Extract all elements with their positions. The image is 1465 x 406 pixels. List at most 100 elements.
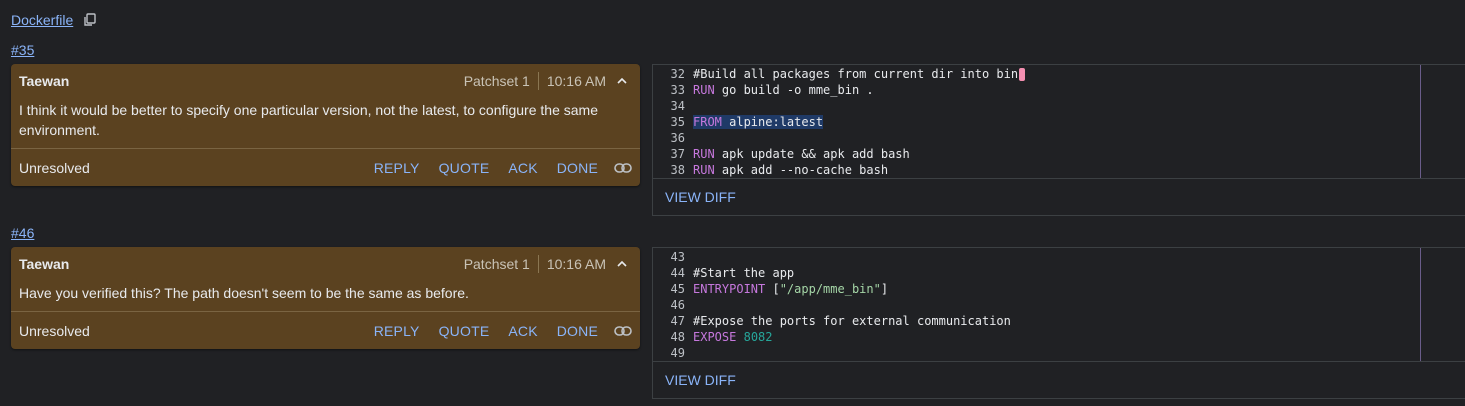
comment-time: 10:16 AM: [546, 256, 606, 272]
code-text: [: [765, 282, 780, 296]
column-guide: [1420, 248, 1421, 361]
code-line: 33 RUN go build -o mme_bin .: [653, 82, 1465, 98]
patchset-label: Patchset 1: [463, 73, 530, 89]
thread-link-35[interactable]: #35: [11, 42, 34, 58]
line-number: 34: [670, 99, 685, 113]
code-line: 48 EXPOSE 8082: [653, 329, 1465, 345]
code-keyword: RUN: [693, 83, 715, 97]
comment-author: Taewan: [19, 73, 70, 89]
link-icon[interactable]: [614, 162, 632, 174]
line-number: 32: [670, 67, 685, 81]
file-header: Dockerfile: [11, 12, 97, 28]
comment-card: Taewan Patchset 1 10:16 AM I think it wo…: [11, 64, 640, 186]
code-context-panel: 43 44 #Start the app 45 ENTRYPOINT ["/app/mm…: [652, 247, 1465, 399]
copy-icon[interactable]: [83, 13, 97, 27]
comment-body: I think it would be better to specify on…: [19, 102, 598, 138]
ack-button[interactable]: ACK: [508, 323, 537, 339]
line-text: #Expose the ports for external communica…: [693, 313, 1011, 329]
view-diff-button[interactable]: VIEW DIFF: [665, 372, 736, 388]
comment-time: 10:16 AM: [546, 73, 606, 89]
code-text: ]: [880, 282, 889, 296]
code-line: 44 #Start the app: [653, 265, 1465, 281]
column-guide: [1420, 65, 1421, 178]
quote-button[interactable]: QUOTE: [439, 323, 490, 339]
code-keyword: RUN: [693, 163, 715, 177]
code-line: 43: [653, 249, 1465, 265]
line-number: 49: [670, 346, 685, 360]
code-text: alpine:latest: [721, 115, 824, 129]
comment-header[interactable]: Taewan Patchset 1 10:16 AM: [11, 64, 640, 98]
patchset-label: Patchset 1: [463, 256, 530, 272]
code-line: 47 #Expose the ports for external communi…: [653, 313, 1465, 329]
file-name-link[interactable]: Dockerfile: [11, 12, 73, 28]
line-text: #Start the app: [693, 265, 794, 281]
line-text: RUN go build -o mme_bin .: [693, 82, 874, 98]
line-number: 47: [670, 314, 685, 328]
code-line: 35 FROM alpine:latest: [653, 114, 1465, 130]
code-line: 36: [653, 130, 1465, 146]
code-number: 8082: [743, 330, 773, 344]
line-number: 36: [670, 131, 685, 145]
line-number: 35: [670, 115, 685, 129]
line-text: #Build all packages from current dir int…: [693, 66, 1026, 82]
comment-footer: Unresolved REPLY QUOTE ACK DONE: [11, 148, 640, 186]
code-snippet: 32 #Build all packages from current dir i…: [653, 65, 1465, 178]
line-number: 38: [670, 163, 685, 177]
line-text: RUN apk add --no-cache bash: [693, 162, 888, 178]
code-keyword: FROM: [693, 115, 722, 129]
reply-button[interactable]: REPLY: [374, 323, 420, 339]
code-text: #Build all packages from current dir int…: [693, 67, 1019, 81]
reply-button[interactable]: REPLY: [374, 160, 420, 176]
comment-footer: Unresolved REPLY QUOTE ACK DONE: [11, 311, 640, 349]
line-number: 37: [670, 147, 685, 161]
code-keyword: EXPOSE: [693, 330, 737, 344]
chevron-up-icon[interactable]: [616, 75, 628, 87]
code-line: 38 RUN apk add --no-cache bash: [653, 162, 1465, 178]
view-diff-button[interactable]: VIEW DIFF: [665, 189, 736, 205]
line-number: 45: [670, 282, 685, 296]
line-text: RUN apk update && apk add bash: [693, 146, 910, 162]
ack-button[interactable]: ACK: [508, 160, 537, 176]
code-line: 46: [653, 297, 1465, 313]
code-keyword: RUN: [693, 147, 715, 161]
chevron-up-icon[interactable]: [616, 258, 628, 270]
comment-body: Have you verified this? The path doesn't…: [19, 285, 469, 301]
code-line: 45 ENTRYPOINT ["/app/mme_bin"]: [653, 281, 1465, 297]
code-text: apk add --no-cache bash: [714, 163, 889, 177]
line-number: 46: [670, 298, 685, 312]
comment-author: Taewan: [19, 256, 70, 272]
code-text: #Start the app: [693, 266, 795, 280]
selection-highlight: FROM alpine:latest: [693, 115, 824, 129]
line-number: 48: [670, 330, 685, 344]
code-text: go build -o mme_bin .: [714, 83, 874, 97]
code-snippet: 43 44 #Start the app 45 ENTRYPOINT ["/app/mm…: [653, 248, 1465, 361]
link-icon[interactable]: [614, 325, 632, 337]
status-label: Unresolved: [19, 322, 90, 339]
code-line: 34: [653, 98, 1465, 114]
text-cursor: [1019, 68, 1026, 81]
view-diff-row: VIEW DIFF: [653, 361, 1465, 398]
status-label: Unresolved: [19, 159, 90, 176]
code-string: "/app/mme_bin": [779, 282, 881, 296]
line-text: ENTRYPOINT ["/app/mme_bin"]: [693, 281, 888, 297]
line-number: 43: [670, 250, 685, 264]
thread-link-46[interactable]: #46: [11, 225, 34, 241]
line-number: 33: [670, 83, 685, 97]
code-line: 49: [653, 345, 1465, 361]
code-line: 37 RUN apk update && apk add bash: [653, 146, 1465, 162]
comment-card: Taewan Patchset 1 10:16 AM Have you veri…: [11, 247, 640, 349]
code-keyword: ENTRYPOINT: [693, 282, 766, 296]
code-text: apk update && apk add bash: [714, 147, 910, 161]
line-text: EXPOSE 8082: [693, 329, 773, 345]
code-context-panel: 32 #Build all packages from current dir i…: [652, 64, 1465, 216]
code-line: 32 #Build all packages from current dir i…: [653, 66, 1465, 82]
quote-button[interactable]: QUOTE: [439, 160, 490, 176]
line-number: 44: [670, 266, 685, 280]
comment-header[interactable]: Taewan Patchset 1 10:16 AM: [11, 247, 640, 281]
done-button[interactable]: DONE: [557, 160, 598, 176]
done-button[interactable]: DONE: [557, 323, 598, 339]
code-text: #Expose the ports for external communica…: [693, 314, 1011, 328]
view-diff-row: VIEW DIFF: [653, 178, 1465, 215]
line-text: FROM alpine:latest: [693, 114, 824, 130]
